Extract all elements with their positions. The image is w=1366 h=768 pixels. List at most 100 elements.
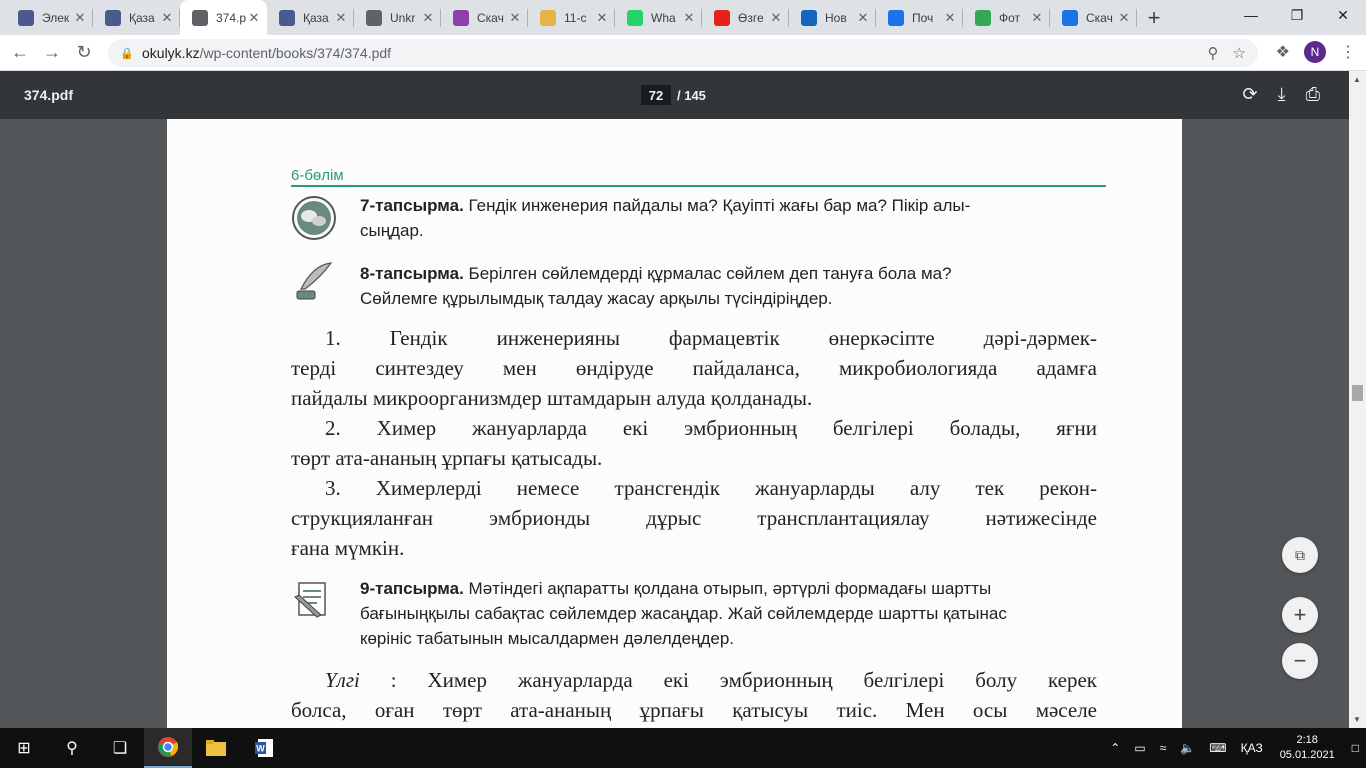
tab-close-icon[interactable]: ✕ (334, 10, 348, 26)
extensions-icon[interactable]: ❖ (1276, 42, 1290, 62)
browser-tab[interactable]: 374.p ✕ (180, 0, 267, 35)
tab-close-icon[interactable]: ✕ (508, 10, 522, 26)
mail-icon (888, 9, 904, 26)
browser-tab[interactable]: Поч ✕ (876, 0, 963, 35)
writing-icon (294, 582, 326, 618)
sentence-line: төрт ата-ананың ұрпағы қатысады. (291, 446, 603, 470)
globe-icon (192, 9, 208, 26)
profile-avatar[interactable]: N (1304, 41, 1326, 63)
sentence-line: 1. Гендік инженерияны фармацевтік өнеркә… (325, 326, 1097, 350)
tab-title: Фот (999, 10, 1021, 25)
browser-tab[interactable]: Фот ✕ (963, 0, 1050, 35)
task-7-label: 7-тапсырма. (360, 196, 464, 215)
browser-tab[interactable]: Қаза ✕ (267, 0, 354, 35)
rotate-icon[interactable]: ⟳ (1243, 84, 1258, 105)
tab-close-icon[interactable]: ✕ (1117, 10, 1131, 26)
zoom-in-button[interactable]: + (1282, 597, 1318, 633)
tab-close-icon[interactable]: ✕ (769, 10, 783, 26)
tab-title: Элек (42, 10, 70, 25)
fit-page-button[interactable]: ⧉ (1282, 537, 1318, 573)
whatsapp-icon (627, 9, 643, 26)
address-bar[interactable]: 🔒 okulyk.kz/wp-content/books/374/374.pdf… (108, 39, 1258, 67)
pdf-viewer[interactable]: 6-бөлім 7-тапсырма. Гендік инженерия пай… (0, 119, 1366, 728)
chevron-up-icon[interactable]: ⌃ (1110, 741, 1120, 755)
task-view-icon[interactable]: ❏ (96, 728, 144, 768)
mail-icon (801, 9, 817, 26)
browser-toolbar: ← → ↻ 🔒 okulyk.kz/wp-content/books/374/3… (0, 35, 1366, 71)
windows-start-icon[interactable]: ⊞ (0, 728, 48, 768)
search-icon[interactable]: ⚲ (48, 728, 96, 768)
task-8-text-2: Сөйлемге құрылымдық талдау жасау арқылы … (360, 289, 833, 308)
discussion-icon (292, 196, 336, 240)
browser-tab[interactable]: Wha ✕ (615, 0, 702, 35)
tab-close-icon[interactable]: ✕ (73, 10, 87, 26)
new-tab-button[interactable]: + (1139, 0, 1169, 35)
keyboard-icon[interactable]: ⌨ (1209, 741, 1226, 755)
clock[interactable]: 2:18 05.01.2021 (1280, 733, 1335, 763)
tab-close-icon[interactable]: ✕ (682, 10, 696, 26)
browser-tab[interactable]: Қаза ✕ (93, 0, 180, 35)
scrollbar-thumb[interactable] (1352, 385, 1363, 401)
tab-close-icon[interactable]: ✕ (1030, 10, 1044, 26)
back-arrow-icon[interactable]: ← (6, 39, 34, 67)
tab-close-icon[interactable]: ✕ (943, 10, 957, 26)
notification-icon[interactable]: □ (1352, 741, 1359, 755)
reload-icon[interactable]: ↻ (70, 39, 98, 67)
word-icon[interactable]: W (240, 728, 288, 768)
bookmark-star-icon[interactable]: ☆ (1233, 44, 1246, 62)
file-explorer-icon[interactable] (192, 728, 240, 768)
minimize-icon[interactable]: — (1228, 0, 1274, 30)
zoom-out-button[interactable]: − (1282, 643, 1318, 679)
task-8: 8-тапсырма. Берілген сөйлемдерді құрмала… (360, 261, 952, 311)
tab-strip: Элек ✕ Қаза ✕ 374.p ✕ Қаза ✕ Unkr ✕ Скач ✕ 11-с ✕ Wha ✕… (0, 0, 1366, 35)
browser-tab[interactable]: Нов ✕ (789, 0, 876, 35)
sentence-line: 3. Химерлерді немесе трансгендік жануарл… (325, 476, 1097, 500)
tab-title: Өзге (738, 10, 764, 25)
battery-icon[interactable]: ▭ (1134, 741, 1145, 755)
menu-kebab-icon[interactable]: ⋮ (1340, 42, 1356, 62)
chrome-icon[interactable] (144, 728, 192, 768)
download-icon[interactable]: ⤓ (1278, 84, 1286, 105)
example-line-2: болса, оған төрт ата-ананың ұрпағы қатыс… (291, 698, 1097, 722)
browser-tab[interactable]: Скач ✕ (441, 0, 528, 35)
sentence-line: 2. Химер жануарларда екі эмбрионның белг… (325, 416, 1097, 440)
task-9-text-2: бағыныңқылы сабақтас сөйлемдер жасаңдар.… (360, 604, 1007, 623)
language-indicator[interactable]: ҚАЗ (1241, 741, 1263, 755)
section-divider (291, 185, 1106, 187)
download-icon (1062, 9, 1078, 26)
forward-arrow-icon[interactable]: → (38, 39, 66, 67)
zoom-icon[interactable]: ⚲ (1208, 44, 1219, 62)
close-window-icon[interactable]: ✕ (1320, 0, 1366, 30)
browser-tab[interactable]: Өзге ✕ (702, 0, 789, 35)
sentence-line: струкцияланған эмбрионды дұрыс трансплан… (291, 506, 1097, 530)
tab-close-icon[interactable]: ✕ (421, 10, 435, 26)
window-controls: — ❐ ✕ (1228, 0, 1366, 30)
coin-icon (540, 9, 556, 26)
tab-title: Нов (825, 10, 847, 25)
tab-title: Скач (477, 10, 504, 25)
wifi-icon[interactable]: ≈ (1160, 741, 1167, 755)
browser-tab[interactable]: 11-с ✕ (528, 0, 615, 35)
tab-close-icon[interactable]: ✕ (160, 10, 174, 26)
task-7: 7-тапсырма. Гендік инженерия пайдалы ма?… (360, 193, 970, 243)
task-8-label: 8-тапсырма. (360, 264, 464, 283)
book-icon (18, 9, 34, 26)
browser-tab[interactable]: Скач ✕ (1050, 0, 1137, 35)
tab-title: Қаза (303, 10, 329, 25)
page-indicator: 72 / 145 (641, 85, 706, 105)
volume-icon[interactable]: 🔈 (1180, 741, 1195, 755)
restore-icon[interactable]: ❐ (1274, 0, 1320, 30)
page-number-input[interactable]: 72 (641, 85, 671, 105)
browser-tab[interactable]: Элек ✕ (6, 0, 93, 35)
scroll-down-icon[interactable]: ▼ (1353, 715, 1361, 724)
tab-close-icon[interactable]: ✕ (247, 10, 261, 26)
tab-close-icon[interactable]: ✕ (856, 10, 870, 26)
globe-icon (366, 9, 382, 26)
browser-tab[interactable]: Unkr ✕ (354, 0, 441, 35)
task-9-text-3: көрініс табатынын мысалдармен дәлелдеңде… (360, 629, 734, 648)
scroll-up-icon[interactable]: ▲ (1353, 75, 1361, 84)
print-icon[interactable]: ⎙ (1306, 84, 1320, 105)
task-9-text: Мәтіндегі ақпаратты қолдана отырып, әртү… (463, 579, 992, 598)
tab-close-icon[interactable]: ✕ (595, 10, 609, 26)
scrollbar[interactable]: ▲ ▼ (1349, 71, 1366, 728)
